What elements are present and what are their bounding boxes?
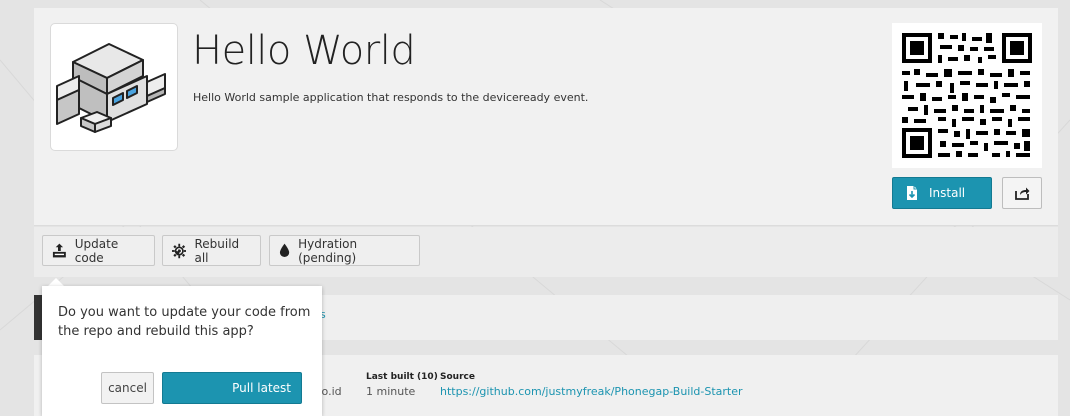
app-title: Hello World [192,28,416,74]
qr-code [892,23,1042,168]
source-label: Source [440,372,475,382]
pull-latest-button[interactable]: Pull latest [162,372,302,404]
hydration-drop-icon [279,243,290,257]
hydration-button[interactable]: Hydration (pending) [269,235,420,266]
app-description: Hello World sample application that resp… [193,91,589,104]
hydration-label: Hydration (pending) [298,236,358,265]
update-code-popover: Do you want to update your code from the… [42,286,322,416]
rebuild-gear-icon [172,243,187,258]
qr-code-icon [892,23,1042,168]
last-built-value: 1 minute [366,385,416,398]
popover-message: Do you want to update your code from the… [58,305,311,339]
install-label: Install [929,186,966,200]
cancel-button[interactable]: cancel [101,372,154,404]
rebuild-all-label: Rebuild all [194,236,240,265]
update-code-button[interactable]: Update code [42,235,155,266]
install-icon [907,186,917,200]
share-icon [1015,187,1030,200]
popover-arrow [48,278,64,286]
app-toolbar: Update code Rebuild all Hydration (pendi… [34,227,1058,277]
robot-app-icon [56,43,166,133]
update-code-label: Update code [74,236,119,265]
source-link[interactable]: https://github.com/justmyfreak/Phonegap-… [440,385,743,398]
app-header-card: Hello World Hello World sample applicati… [34,8,1058,226]
update-code-icon [52,243,66,258]
last-built-label: Last built (10) [366,372,438,382]
share-button[interactable] [1002,177,1042,209]
rebuild-all-button[interactable]: Rebuild all [162,235,261,266]
install-button[interactable]: Install [892,177,992,209]
app-icon [50,23,178,151]
